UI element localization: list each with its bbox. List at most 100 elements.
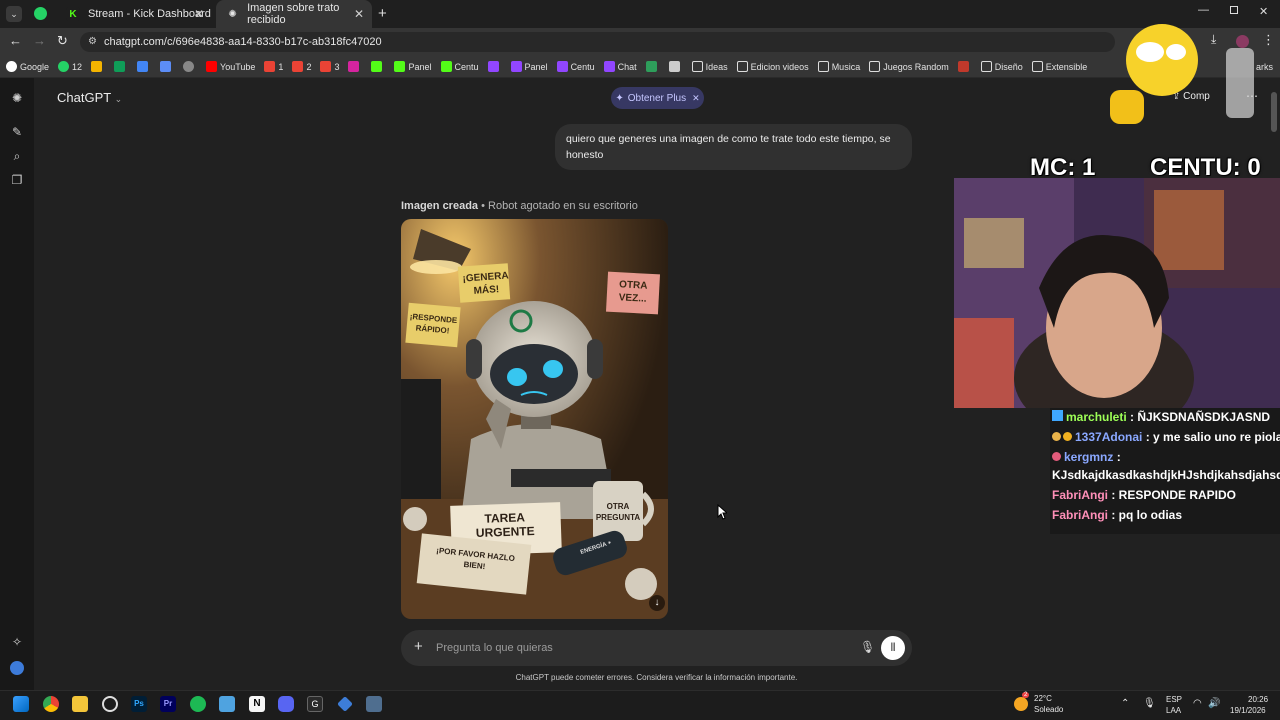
openai-logo-icon[interactable]: ✺ (10, 91, 24, 105)
tray-mic-icon[interactable]: 🎙 (1143, 698, 1156, 709)
voice-mode-button[interactable]: ⦀ (881, 636, 905, 660)
tray-chevron-up-icon[interactable]: ⌃ (1121, 698, 1129, 709)
composer-placeholder: Pregunta lo que quieras (436, 642, 553, 654)
chat-message: marchuleti : ÑJKSDNAÑSDKJASND (1052, 410, 1270, 424)
language-top[interactable]: ESP (1166, 695, 1182, 704)
maximize-icon[interactable] (1230, 6, 1238, 14)
windows-start-icon[interactable] (13, 696, 29, 712)
close-tab-icon[interactable]: ✕ (194, 7, 204, 21)
model-selector[interactable]: ChatGPT ⌄ (57, 90, 122, 105)
bookmark-folder-diseno[interactable]: Diseño (980, 61, 1023, 72)
bookmark-kick-panel[interactable]: Panel (394, 61, 432, 72)
gmail-icon (264, 61, 276, 72)
bookmark-youtube[interactable]: YouTube (206, 61, 255, 72)
bookmark-folder-juegos[interactable]: Juegos Random (869, 61, 949, 72)
chat-message: kergmnz : (1052, 450, 1121, 464)
bookmark-calendar[interactable] (160, 61, 174, 72)
folder-icon (691, 61, 703, 72)
clock-time[interactable]: 20:26 (1248, 695, 1268, 704)
folder-icon (817, 61, 829, 72)
bookmark-twitch-centu[interactable]: Centu (556, 61, 595, 72)
reload-icon[interactable]: ↻ (57, 33, 68, 49)
bookmark-settings[interactable] (183, 61, 197, 72)
google-icon (6, 61, 17, 72)
kick-icon (394, 61, 406, 72)
site-info-icon[interactable]: ⚙ (88, 36, 97, 47)
bookmark-gmail-1[interactable]: 1 (264, 61, 283, 72)
microphone-icon[interactable]: 🎙 (860, 640, 875, 654)
notion-icon[interactable]: N (249, 696, 265, 712)
app-icon (957, 61, 969, 72)
get-plus-button[interactable]: ✦ Obtener Plus ✕ (611, 87, 704, 109)
bookmark-drive[interactable] (91, 61, 105, 72)
clock-date[interactable]: 19/1/2026 (1230, 706, 1266, 715)
bookmark-instagram[interactable] (348, 61, 362, 72)
bookmark-gmail-3[interactable]: 3 (320, 61, 339, 72)
minimize-icon[interactable]: — (1198, 4, 1209, 16)
bookmark-kick-centu[interactable]: Centu (440, 61, 479, 72)
page-scrollbar[interactable] (1271, 90, 1277, 670)
weather-widget[interactable]: 2 22°C Soleado (1014, 692, 1074, 716)
whatsapp-pinned-tab-icon[interactable] (34, 7, 47, 20)
folder-icon (736, 61, 748, 72)
tab-kick-dashboard[interactable]: K Stream - Kick Dashboard ✕ (56, 0, 212, 28)
premiere-icon[interactable]: Pr (160, 696, 176, 712)
sticky-note-responde-rapido: ¡RESPONDE RÁPIDO! (409, 311, 458, 336)
weather-badge: 2 (1022, 692, 1030, 698)
bookmark-sheets[interactable] (114, 61, 128, 72)
bookmark-folder-musica[interactable]: Musica (817, 61, 860, 72)
photoshop-icon[interactable]: Ps (131, 696, 147, 712)
disclaimer-text: ChatGPT puede cometer errores. Considera… (515, 673, 798, 682)
new-chat-icon[interactable]: ✎ (10, 125, 24, 139)
bookmark-app-green[interactable] (645, 61, 660, 72)
user-avatar[interactable] (10, 661, 24, 675)
discord-icon[interactable] (278, 696, 294, 712)
app-circle-icon[interactable] (102, 696, 118, 712)
tab-search-icon[interactable]: ⌄ (6, 6, 22, 22)
generated-image[interactable]: ¡GENERA MÁS! OTRA VEZ... ¡RESPONDE RÁPID… (401, 219, 668, 619)
new-tab-icon[interactable]: + (378, 5, 387, 22)
bookmark-twitch[interactable] (487, 61, 502, 72)
close-icon[interactable]: ✕ (692, 93, 700, 104)
bookmarks-bar: Google 12 YouTube 1 2 3 Panel Centu Pane… (0, 56, 1280, 78)
bookmark-docs[interactable] (137, 61, 151, 72)
bookmark-twitch-chat[interactable]: Chat (603, 61, 637, 72)
attach-plus-icon[interactable]: + (414, 638, 423, 655)
gmail-icon (292, 61, 304, 72)
close-window-icon[interactable]: ✕ (1259, 5, 1268, 18)
bookmark-kick[interactable] (371, 61, 385, 72)
volume-icon[interactable]: 🔊 (1208, 698, 1220, 709)
search-icon[interactable]: ⌕ (10, 149, 24, 163)
bookmark-folder-ideas[interactable]: Ideas (691, 61, 728, 72)
bookmark-app-misc[interactable] (957, 61, 972, 72)
sticky-note-otra-vez: OTRA VEZ... (618, 279, 648, 305)
language-bottom[interactable]: LAA (1166, 706, 1181, 715)
library-icon[interactable]: ❐ (10, 173, 24, 187)
back-icon[interactable]: ← (9, 33, 22, 48)
bookmark-app-robot[interactable] (668, 61, 683, 72)
calculator-icon[interactable] (366, 696, 382, 712)
bookmark-folder-edicion[interactable]: Edicion videos (736, 61, 809, 72)
bookmark-whatsapp[interactable]: 12 (58, 61, 82, 72)
scrollbar-thumb[interactable] (1271, 92, 1277, 132)
file-explorer-icon[interactable] (72, 696, 88, 712)
tab-chatgpt-image[interactable]: ✺ Imagen sobre trato recibido ✕ (216, 0, 372, 28)
chrome-icon[interactable] (43, 696, 59, 712)
close-tab-icon[interactable]: ✕ (354, 7, 364, 21)
paper-tarea-urgente: TAREA URGENTE (475, 510, 535, 541)
twitch-icon (603, 61, 615, 72)
bookmark-google[interactable]: Google (6, 61, 49, 72)
weather-desc: Soleado (1034, 705, 1064, 714)
bookmark-gmail-2[interactable]: 2 (292, 61, 311, 72)
notepad-icon[interactable] (219, 696, 235, 712)
bookmark-twitch-panel[interactable]: Panel (510, 61, 548, 72)
app-g-icon[interactable]: G (307, 696, 323, 712)
sparkle-icon[interactable]: ✧ (10, 635, 24, 649)
download-image-button[interactable]: ↓ (649, 595, 665, 611)
wifi-icon[interactable]: ◠ (1193, 698, 1202, 709)
address-bar[interactable]: ⚙ chatgpt.com/c/696e4838-aa14-8330-b17c-… (80, 32, 1115, 52)
twitch-icon (487, 61, 499, 72)
bookmark-folder-extensible[interactable]: Extensible (1031, 61, 1087, 72)
forward-icon[interactable]: → (33, 33, 46, 48)
spotify-icon[interactable] (190, 696, 206, 712)
